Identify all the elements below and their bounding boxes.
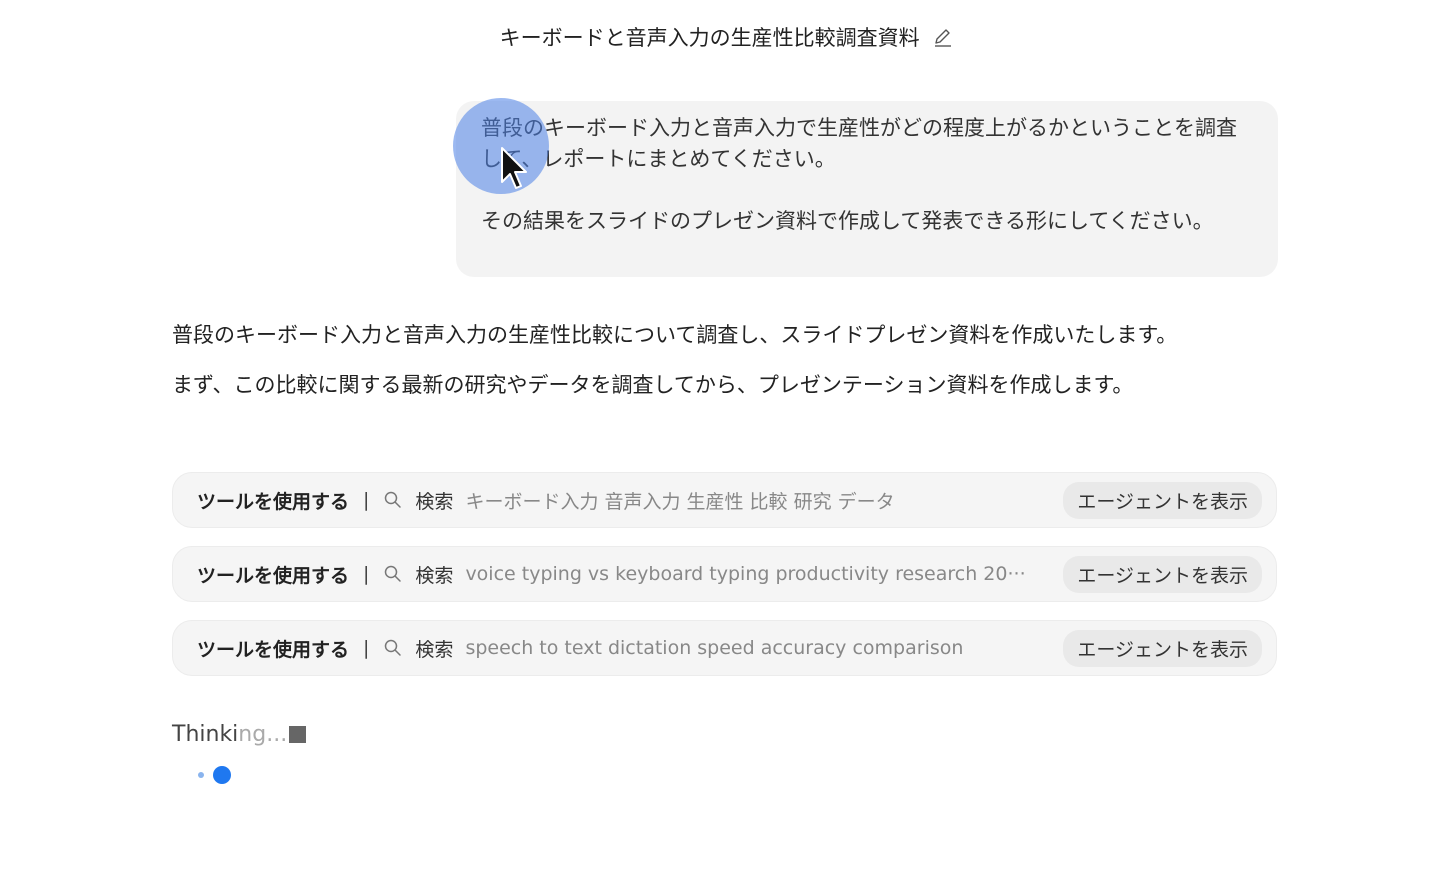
tool-call-label: ツールを使用する bbox=[197, 564, 350, 587]
tool-call-row: ツールを使用する | 検索 speech to text dictation s… bbox=[172, 620, 1277, 676]
search-icon bbox=[385, 565, 402, 582]
typing-cursor-block bbox=[289, 726, 307, 743]
user-message-paragraph: その結果をスライドのプレゼン資料で作成して発表できる形にしてください。 bbox=[481, 209, 1214, 233]
search-query: speech to text dictation speed accuracy … bbox=[465, 637, 964, 659]
conversation-title[interactable]: キーボードと音声入力の生産性比較調査資料 bbox=[500, 26, 920, 50]
thinking-text-fade: ng... bbox=[238, 722, 288, 747]
tool-call-row: ツールを使用する | 検索 キーボード入力 音声入力 生産性 比較 研究 データ… bbox=[172, 472, 1277, 528]
thinking-status: Thinki ng... bbox=[172, 722, 307, 747]
show-agent-button[interactable]: エージェントを表示 bbox=[1063, 629, 1262, 667]
show-agent-button[interactable]: エージェントを表示 bbox=[1063, 555, 1262, 593]
tool-kind: 検索 bbox=[415, 638, 454, 661]
assistant-message-paragraph: まず、この比較に関する最新の研究やデータを調査してから、プレゼンテーション資料を… bbox=[172, 373, 1134, 397]
conversation-title-bar: キーボードと音声入力の生産性比較調査資料 bbox=[0, 22, 1454, 52]
tool-call-label: ツールを使用する bbox=[197, 490, 350, 513]
thinking-text: Thinki bbox=[172, 722, 239, 747]
tool-call-row: ツールを使用する | 検索 voice typing vs keyboard t… bbox=[172, 546, 1277, 602]
tool-kind: 検索 bbox=[415, 490, 454, 513]
show-agent-button[interactable]: エージェントを表示 bbox=[1063, 481, 1262, 519]
separator: | bbox=[363, 563, 370, 585]
separator: | bbox=[363, 637, 370, 659]
pencil-icon[interactable] bbox=[932, 26, 954, 48]
mouse-pointer-icon bbox=[501, 147, 527, 189]
loading-dot-large bbox=[213, 766, 231, 784]
search-icon bbox=[385, 639, 402, 656]
chat-page: キーボードと音声入力の生産性比較調査資料 普段のキーボード入力と音声入力で生産性… bbox=[0, 0, 1454, 896]
tool-kind: 検索 bbox=[415, 564, 454, 587]
search-query: キーボード入力 音声入力 生産性 比較 研究 データ bbox=[465, 490, 895, 513]
assistant-message-paragraph: 普段のキーボード入力と音声入力の生産性比較について調査し、スライドプレゼン資料を… bbox=[172, 323, 1178, 347]
search-icon bbox=[385, 491, 402, 508]
user-message-bubble: 普段のキーボード入力と音声入力で生産性がどの程度上がるかということを調査して、レ… bbox=[456, 101, 1278, 277]
search-query: voice typing vs keyboard typing producti… bbox=[465, 563, 1026, 585]
assistant-message: 普段のキーボード入力と音声入力の生産性比較について調査し、スライドプレゼン資料を… bbox=[172, 315, 1262, 401]
tool-call-label: ツールを使用する bbox=[197, 638, 350, 661]
separator: | bbox=[363, 489, 370, 511]
user-message-paragraph: 普段のキーボード入力と音声入力で生産性がどの程度上がるかということを調査して、レ… bbox=[481, 116, 1237, 171]
loading-dot-small bbox=[198, 772, 204, 778]
